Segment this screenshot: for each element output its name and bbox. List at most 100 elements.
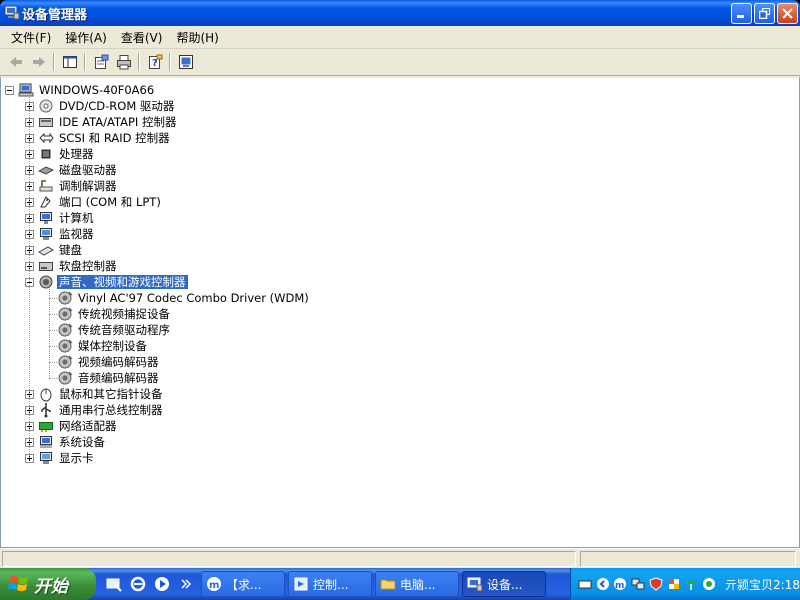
tree-item-device[interactable]: Vinyl AC'97 Codec Combo Driver (WDM): [53, 290, 311, 306]
umbrella-icon: [685, 580, 698, 590]
tree-connector-line: [29, 94, 30, 458]
disk-drive-icon: [38, 166, 54, 175]
chevron-left-icon: [596, 578, 609, 590]
taskbar: 开始 m 【求... 控制... 电脑... 设备... m 亓颍宝贝2:18: [0, 568, 800, 600]
tray-icon[interactable]: [577, 576, 593, 592]
tray-expand[interactable]: [595, 576, 611, 592]
tree-item-category[interactable]: 计算机: [25, 210, 96, 226]
tree-root[interactable]: WINDOWS-40F0A66: [5, 82, 156, 98]
display-adapter-icon: [40, 452, 52, 464]
start-label: 开始: [34, 576, 68, 597]
tree-item-category[interactable]: 软盘控制器: [25, 258, 119, 274]
tree-item-device[interactable]: 视频编码解码器: [53, 354, 161, 370]
close-button[interactable]: [777, 3, 798, 24]
menu-file[interactable]: 文件(F): [4, 27, 58, 48]
tree-item-category[interactable]: 磁盘驱动器: [25, 162, 119, 178]
sound-device-icon: [58, 339, 73, 353]
menu-action[interactable]: 操作(A): [58, 27, 114, 48]
help-icon: ?: [148, 54, 162, 69]
tree-item-label: 键盘: [59, 243, 82, 257]
minimize-button[interactable]: [731, 3, 752, 24]
tree-connector-line: [49, 298, 57, 299]
forward-button[interactable]: [27, 51, 50, 73]
tree-item-category[interactable]: 系统设备: [25, 434, 107, 450]
sound-icon: [39, 275, 53, 289]
tree-item-label: DVD/CD-ROM 驱动器: [59, 99, 175, 113]
tree-item-category[interactable]: 显示卡: [25, 450, 96, 466]
task-button[interactable]: m 【求...: [201, 571, 285, 597]
sound-device-icon: [58, 355, 73, 369]
task-label: 电脑...: [400, 577, 436, 592]
tree-item-category[interactable]: 网络适配器: [25, 418, 119, 434]
device-manager-icon: [467, 577, 483, 592]
tree-item-category[interactable]: DVD/CD-ROM 驱动器: [25, 98, 176, 114]
tree-item-label: 鼠标和其它指针设备: [59, 387, 163, 401]
tree-item-category[interactable]: IDE ATA/ATAPI 控制器: [25, 114, 178, 130]
tree-item-device[interactable]: 音频编码解码器: [53, 370, 161, 386]
tree-item-category[interactable]: 通用串行总线控制器: [25, 402, 165, 418]
restore-button[interactable]: [754, 3, 775, 24]
system-device-icon: [40, 436, 52, 448]
show-desktop-icon: [106, 578, 122, 592]
tree-item-category[interactable]: 鼠标和其它指针设备: [25, 386, 165, 402]
quick-launch-expand[interactable]: [176, 574, 196, 594]
tray-icon[interactable]: m: [613, 576, 629, 592]
help-button[interactable]: ?: [143, 51, 166, 73]
update-driver-button[interactable]: [174, 51, 197, 73]
toolbar-separator: [84, 53, 86, 71]
quick-launch-item[interactable]: [128, 574, 148, 594]
tree-item-category[interactable]: 键盘: [25, 242, 84, 258]
tree-item-label: 声音、视频和游戏控制器: [57, 275, 188, 289]
back-button[interactable]: [4, 51, 27, 73]
window-title: 设备管理器: [22, 8, 88, 23]
task-button[interactable]: 电脑...: [375, 571, 459, 597]
quick-launch-item[interactable]: [104, 574, 124, 594]
tree-connector-line: [49, 346, 57, 347]
tree-item-device[interactable]: 媒体控制设备: [53, 338, 149, 354]
print-button[interactable]: [112, 51, 135, 73]
maxthon-icon: m: [614, 578, 627, 591]
tree-item-label: 通用串行总线控制器: [59, 403, 163, 417]
tree-item-label: 处理器: [59, 147, 94, 161]
modem-icon: [39, 180, 53, 192]
tray-icon[interactable]: [666, 576, 682, 592]
tree-item-category[interactable]: 调制解调器: [25, 178, 119, 194]
tree-item-device[interactable]: 传统音频驱动程序: [53, 322, 172, 338]
title-bar[interactable]: 设备管理器: [0, 0, 800, 26]
cdrom-icon: [39, 99, 53, 113]
tree-item-label: Vinyl AC'97 Codec Combo Driver (WDM): [78, 291, 309, 305]
show-hide-console-tree-button[interactable]: [58, 51, 81, 73]
tree-item-label: 软盘控制器: [59, 259, 117, 273]
tree-item-category[interactable]: 监视器: [25, 226, 96, 242]
tray-icon[interactable]: [630, 576, 646, 592]
collapse-icon[interactable]: [5, 85, 14, 95]
tree-item-label: 端口 (COM 和 LPT): [59, 195, 161, 209]
tray-icon[interactable]: [684, 576, 700, 592]
keyboard-icon: [38, 246, 54, 256]
control-panel-icon: [294, 577, 308, 591]
tray-icon[interactable]: [701, 576, 717, 592]
tree-item-category[interactable]: SCSI 和 RAID 控制器: [25, 130, 172, 146]
folder-icon: [380, 579, 396, 590]
windows-logo-icon: [8, 576, 28, 591]
tray-icon[interactable]: [648, 576, 664, 592]
properties-button[interactable]: [89, 51, 112, 73]
tree-item-category[interactable]: 处理器: [25, 146, 96, 162]
task-button-active[interactable]: 设备...: [462, 571, 546, 597]
menu-view[interactable]: 查看(V): [114, 27, 170, 48]
clock[interactable]: 亓颍宝贝2:18: [725, 576, 800, 593]
ide-controller-icon: [39, 118, 53, 127]
quick-launch-item[interactable]: [152, 574, 172, 594]
security-center-icon: [668, 579, 679, 589]
toolbar: ?: [0, 49, 800, 76]
device-tree-panel[interactable]: WINDOWS-40F0A66 DVD/CD-ROM 驱动器 IDE ATA/AT…: [0, 76, 800, 548]
task-button[interactable]: 控制...: [288, 571, 372, 597]
toolbar-separator: [169, 53, 171, 71]
tree-item-device[interactable]: 传统视频捕捉设备: [53, 306, 172, 322]
start-button[interactable]: 开始: [0, 568, 96, 600]
sound-device-icon: [58, 307, 73, 321]
menu-help[interactable]: 帮助(H): [169, 27, 225, 48]
status-bar: [0, 548, 800, 568]
tree-item-category[interactable]: 端口 (COM 和 LPT): [25, 194, 163, 210]
show-hide-console-tree-icon: [62, 56, 77, 68]
